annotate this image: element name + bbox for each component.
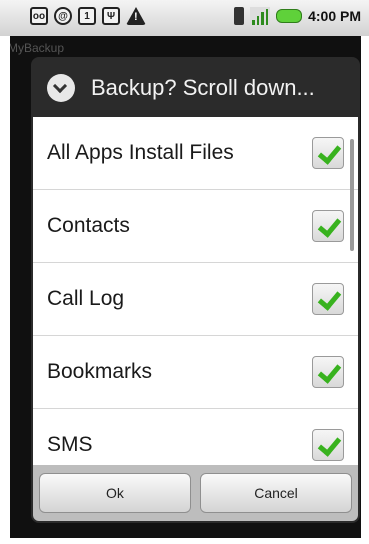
- dialog-title: Backup? Scroll down...: [91, 75, 315, 100]
- list-item-label: SMS: [47, 433, 93, 456]
- app-title: MyBackup: [8, 41, 65, 55]
- checkbox-checked[interactable]: [312, 210, 344, 242]
- list-item-sms[interactable]: SMS: [33, 409, 358, 465]
- list-item-label: Call Log: [47, 287, 125, 310]
- scrollbar-thumb[interactable]: [350, 139, 354, 251]
- screen-edge-left: [0, 36, 10, 544]
- chevron-down-circle-icon: [47, 74, 75, 102]
- list-item-all-apps-install-files[interactable]: All Apps Install Files: [33, 117, 358, 190]
- list-item-contacts[interactable]: Contacts: [33, 190, 358, 263]
- voicemail-icon: oo: [30, 7, 48, 25]
- cancel-button[interactable]: Cancel: [200, 473, 352, 513]
- warning-icon: [126, 7, 146, 25]
- dialog-header: Backup? Scroll down...: [31, 60, 360, 116]
- checkbox-checked[interactable]: [312, 356, 344, 388]
- phone-icon: [234, 7, 245, 25]
- checkbox-checked[interactable]: [312, 137, 344, 169]
- dialog-button-bar: Ok Cancel: [33, 465, 358, 521]
- screen-edge-right: [361, 36, 369, 544]
- usb-icon: Ψ: [102, 7, 120, 25]
- list-item-label: All Apps Install Files: [47, 141, 234, 164]
- list-item-bookmarks[interactable]: Bookmarks: [33, 336, 358, 409]
- status-clock: 4:00 PM: [308, 8, 361, 24]
- checkbox-checked[interactable]: [312, 283, 344, 315]
- signal-icon: [250, 7, 271, 25]
- at-sign-icon: @: [54, 7, 72, 25]
- calendar-icon: 1: [78, 7, 96, 25]
- list-item-call-log[interactable]: Call Log: [33, 263, 358, 336]
- checkbox-checked[interactable]: [312, 429, 344, 461]
- notification-icons: oo @ 1 Ψ: [30, 7, 146, 25]
- list-item-label: Contacts: [47, 214, 130, 237]
- battery-icon: [276, 9, 303, 23]
- backup-options-list[interactable]: All Apps Install Files Contacts Call Log…: [33, 117, 358, 465]
- list-item-label: Bookmarks: [47, 360, 153, 383]
- screen-edge-bottom: [0, 538, 369, 544]
- ok-button[interactable]: Ok: [39, 473, 191, 513]
- status-bar: oo @ 1 Ψ 4:00 PM: [0, 0, 369, 36]
